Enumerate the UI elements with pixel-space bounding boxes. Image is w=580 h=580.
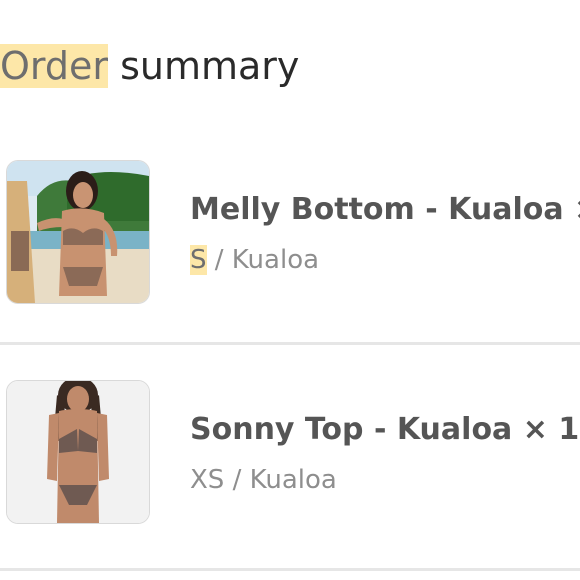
order-summary-heading: Order summary bbox=[0, 40, 299, 92]
item-variant-rest: / Kualoa bbox=[206, 245, 320, 275]
heading-rest: summary bbox=[108, 44, 300, 88]
product-thumbnail[interactable] bbox=[6, 380, 150, 524]
item-variant: S / Kualoa bbox=[190, 242, 319, 278]
divider bbox=[0, 568, 580, 571]
line-item[interactable]: Sonny Top - Kualoa × 1 XS / Kualoa bbox=[0, 370, 580, 550]
divider bbox=[0, 342, 580, 345]
item-size: XS bbox=[190, 465, 225, 495]
heading-highlighted-word: Order bbox=[0, 44, 108, 88]
line-item[interactable]: Melly Bottom - Kualoa × S / Kualoa bbox=[0, 150, 580, 330]
beach-model-photo bbox=[7, 161, 149, 303]
studio-model-photo bbox=[7, 381, 149, 523]
item-name: Melly Bottom - Kualoa × bbox=[190, 192, 580, 227]
item-variant-rest: / Kualoa bbox=[224, 465, 337, 495]
product-thumbnail[interactable] bbox=[6, 160, 150, 304]
item-name: Sonny Top - Kualoa × 1 bbox=[190, 412, 580, 447]
item-size: S bbox=[190, 245, 207, 275]
order-summary-page: Order summary Melly Bottom - Kualoa × S … bbox=[0, 0, 580, 580]
item-variant: XS / Kualoa bbox=[190, 462, 337, 498]
